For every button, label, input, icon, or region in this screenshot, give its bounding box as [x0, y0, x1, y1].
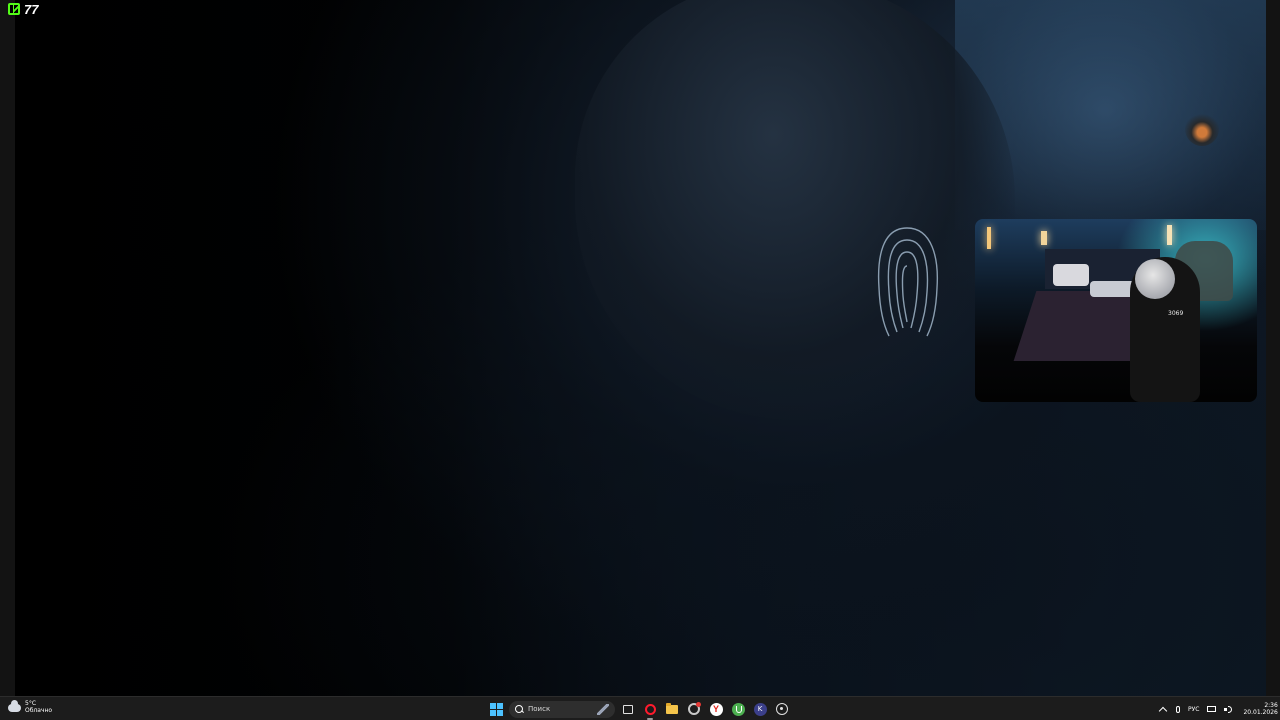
search-input[interactable]: Поиск: [509, 700, 615, 718]
chrome-button[interactable]: [685, 700, 703, 718]
cloud-icon: [8, 700, 21, 712]
clock[interactable]: 2:36 20.01.2026: [1243, 702, 1277, 716]
clock-date: 20.01.2026: [1243, 709, 1278, 716]
kick-logo-icon: [8, 3, 20, 15]
webcam-lamp: [1041, 231, 1047, 245]
webcam-overlay: 3069: [975, 219, 1257, 402]
show-hidden-icons-button[interactable]: [1158, 700, 1168, 718]
utorrent-button[interactable]: [729, 700, 747, 718]
utorrent-icon: [731, 702, 745, 716]
scene-creature: [575, 0, 1015, 420]
fingerprint-icon: [877, 227, 939, 337]
taskbar: 5°C Облачно Поиск Y K РУС 2:36 20.01.202…: [0, 696, 1280, 720]
scene-lamp: [1185, 112, 1219, 146]
webcam-pillow: [1053, 264, 1089, 286]
file-explorer-button[interactable]: [663, 700, 681, 718]
folder-icon: [666, 702, 678, 714]
window-frame-right: [1266, 0, 1280, 696]
language-indicator[interactable]: РУС: [1188, 706, 1199, 713]
webcam-lamp: [1167, 225, 1172, 245]
viewer-counter: 77: [8, 1, 38, 17]
yandex-icon: Y: [709, 702, 723, 716]
taskbar-apps: Поиск Y K: [487, 700, 791, 720]
opera-icon: [644, 703, 656, 715]
webcam-vr-headset: [1135, 259, 1175, 299]
search-placeholder: Поиск: [528, 705, 551, 713]
viewer-count: 77: [24, 1, 39, 17]
k-app-icon: K: [753, 702, 767, 716]
volume-icon[interactable]: [1224, 705, 1233, 713]
microphone-icon[interactable]: [1176, 705, 1180, 713]
windows-icon: [489, 702, 503, 716]
app-k-button[interactable]: K: [751, 700, 769, 718]
clock-time: 2:36: [1264, 702, 1278, 709]
webcam-lamp: [987, 227, 991, 249]
opera-button[interactable]: [641, 700, 659, 720]
obs-button[interactable]: [773, 700, 791, 718]
weather-text: 5°C Облачно: [25, 700, 52, 714]
network-icon[interactable]: [1207, 706, 1217, 712]
task-view-icon: [623, 704, 633, 714]
search-icon: [515, 705, 523, 713]
system-tray: РУС 2:36 20.01.2026: [1158, 700, 1278, 718]
weather-temperature: 5°C: [25, 700, 37, 707]
task-view-button[interactable]: [619, 700, 637, 718]
obs-icon: [776, 703, 788, 715]
chevron-up-icon: [1158, 706, 1168, 715]
search-highlight-icon: [597, 703, 609, 715]
weather-widget[interactable]: 5°C Облачно: [8, 700, 52, 714]
chrome-icon: [688, 702, 701, 715]
start-button[interactable]: [487, 700, 505, 718]
weather-condition: Облачно: [25, 707, 53, 714]
webcam-caption: 3069: [1168, 310, 1184, 317]
window-frame-left: [0, 0, 15, 696]
yandex-browser-button[interactable]: Y: [707, 700, 725, 718]
